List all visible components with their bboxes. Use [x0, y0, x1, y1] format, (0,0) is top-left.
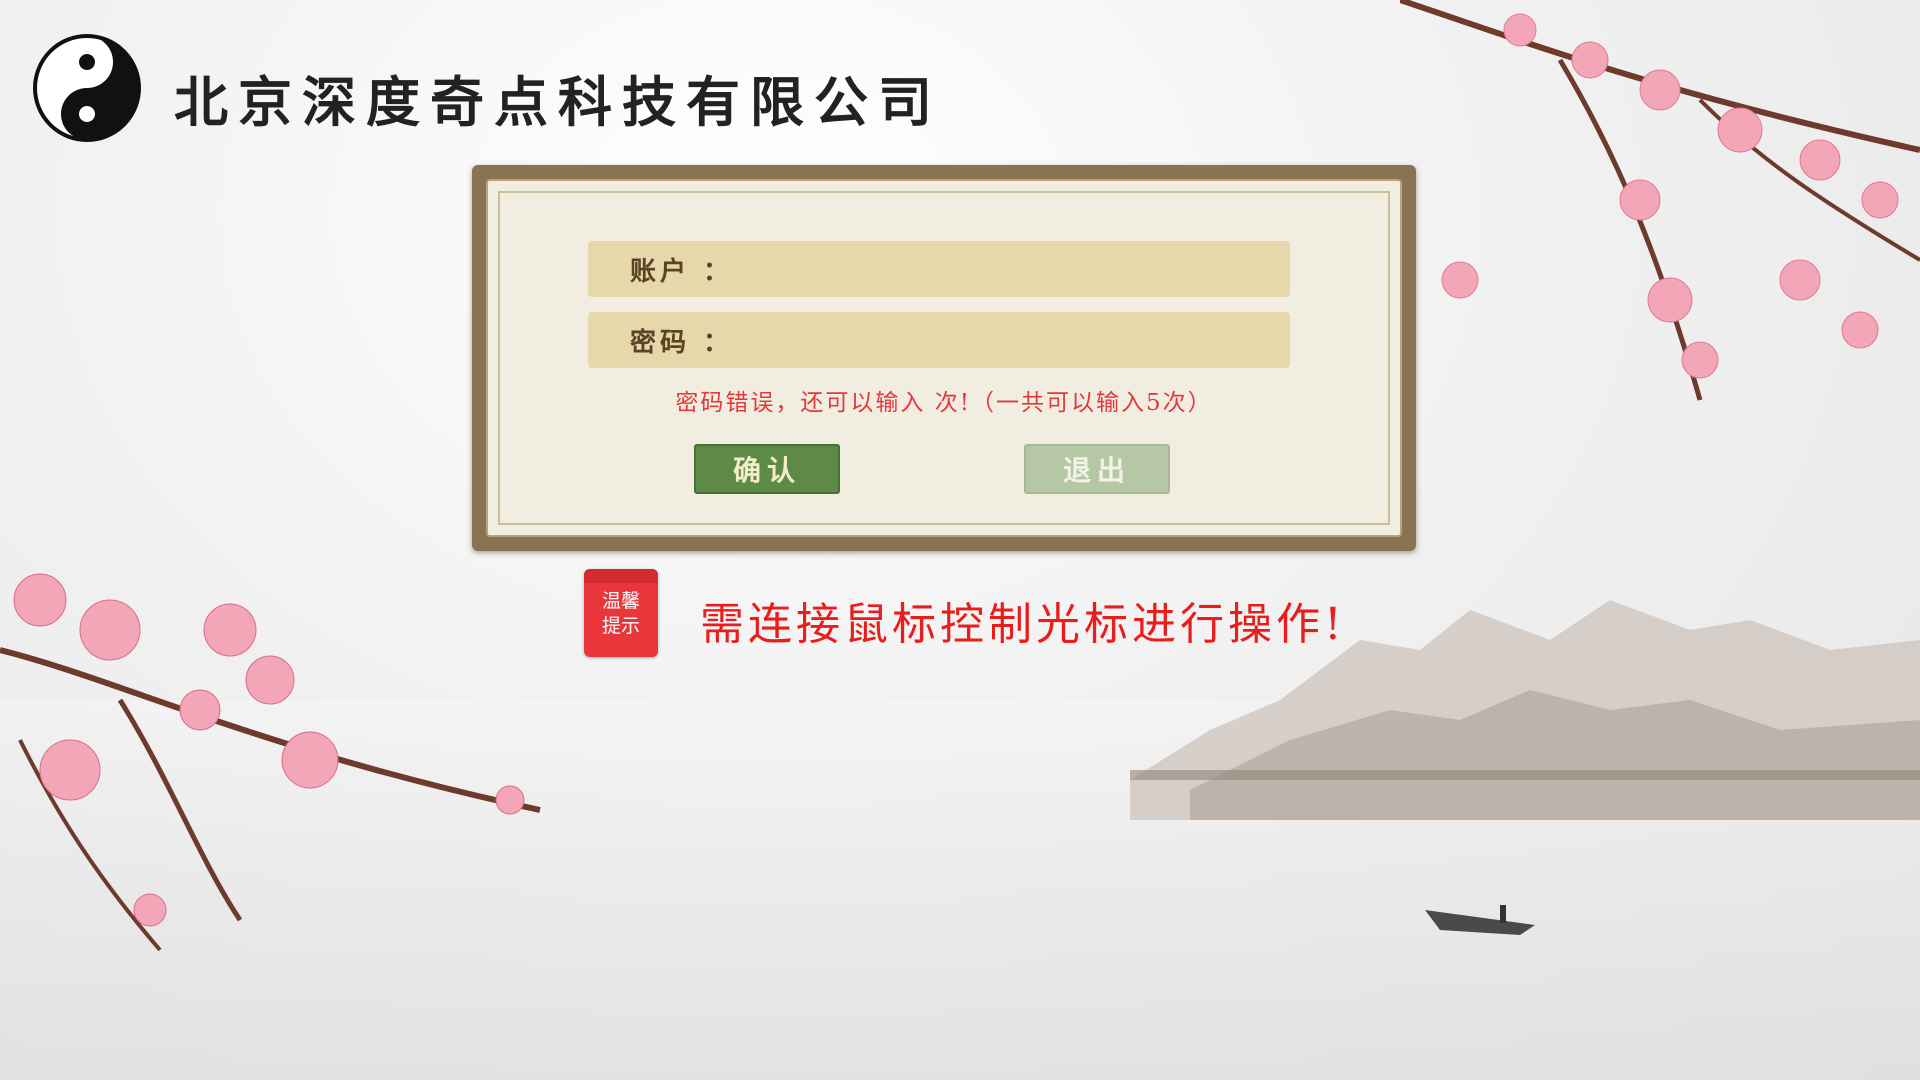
error-message: 密码错误，还可以输入 次!（一共可以输入5次） [675, 390, 1213, 416]
cherry-blossom-branch-bottom-left [0, 573, 541, 952]
login-panel-inner: 账户 ： 密码 ： 密码错误，还可以输入 次!（一共可以输入5次） 确认 退出 [486, 179, 1402, 537]
yin-yang-logo-icon [33, 34, 141, 142]
boat-icon [1425, 905, 1535, 935]
password-label: 密码 ： [630, 327, 734, 358]
cherry-blossom-branch-top-right [1400, 0, 1920, 401]
tip-badge-line1: 温馨 [601, 590, 640, 612]
account-input[interactable] [743, 248, 1278, 290]
tip-message: 需连接鼠标控制光标进行操作! [700, 599, 1346, 650]
tip-badge-flap [584, 569, 658, 583]
login-panel: 账户 ： 密码 ： 密码错误，还可以输入 次!（一共可以输入5次） 确认 退出 [472, 165, 1416, 551]
account-field: 账户 ： [588, 241, 1290, 297]
company-name: 北京深度奇点科技有限公司 [174, 70, 942, 134]
tip-badge: 温馨 提示 [584, 569, 658, 657]
tip-badge-line2: 提示 [601, 615, 640, 637]
password-input[interactable] [743, 319, 1278, 361]
password-field: 密码 ： [588, 312, 1290, 368]
exit-button[interactable]: 退出 [1024, 444, 1170, 494]
account-label: 账户 ： [630, 256, 734, 287]
confirm-button[interactable]: 确认 [694, 444, 840, 494]
